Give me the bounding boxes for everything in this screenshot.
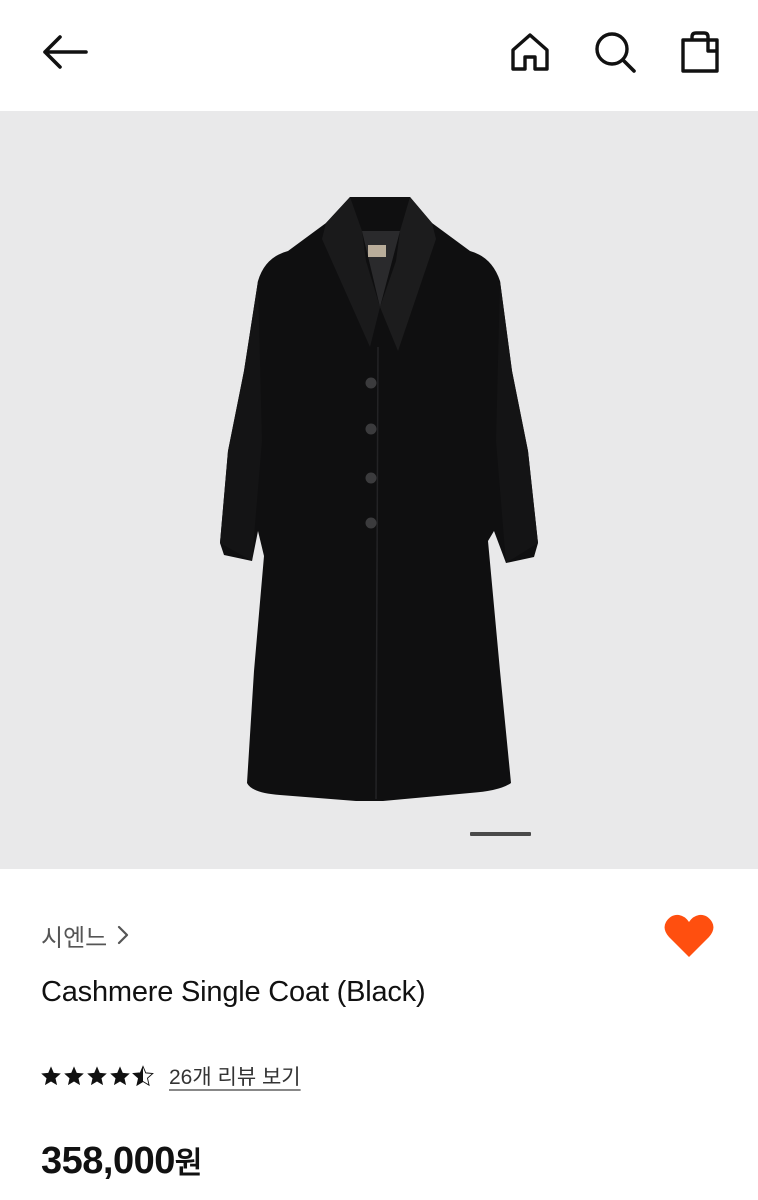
- review-count-link[interactable]: 26개 리뷰 보기: [169, 1061, 301, 1091]
- price-amount: 358,000: [41, 1140, 175, 1182]
- back-arrow-icon: [43, 35, 88, 69]
- price-currency: 원: [174, 1147, 203, 1180]
- search-button[interactable]: [587, 24, 643, 80]
- product-image-gallery[interactable]: [0, 111, 758, 869]
- coat-product-image: [220, 197, 538, 801]
- product-title: Cashmere Single Coat (Black): [41, 976, 426, 1008]
- star-full-icon: [41, 1066, 61, 1086]
- home-icon: [511, 33, 549, 71]
- brand-link[interactable]: 시엔느: [41, 918, 129, 952]
- shopping-bag-icon: [681, 31, 719, 73]
- star-rating: [40, 1065, 155, 1087]
- star-half-icon: [132, 1065, 154, 1087]
- shopping-bag-button[interactable]: [672, 24, 728, 80]
- like-button[interactable]: [660, 908, 718, 964]
- brand-name: 시엔느: [41, 924, 108, 952]
- top-nav-bar: [0, 0, 758, 111]
- star-full-icon: [110, 1066, 130, 1086]
- chevron-right-icon: [117, 925, 129, 945]
- star-full-icon: [87, 1066, 107, 1086]
- search-icon: [595, 32, 636, 73]
- back-button[interactable]: [36, 24, 92, 80]
- heart-icon: [664, 914, 714, 957]
- gallery-page-indicator: [470, 832, 531, 836]
- rating-row: 26개 리뷰 보기: [40, 1060, 301, 1092]
- star-full-icon: [64, 1066, 84, 1086]
- product-price: 358,000 원: [41, 1138, 202, 1183]
- home-button[interactable]: [502, 24, 558, 80]
